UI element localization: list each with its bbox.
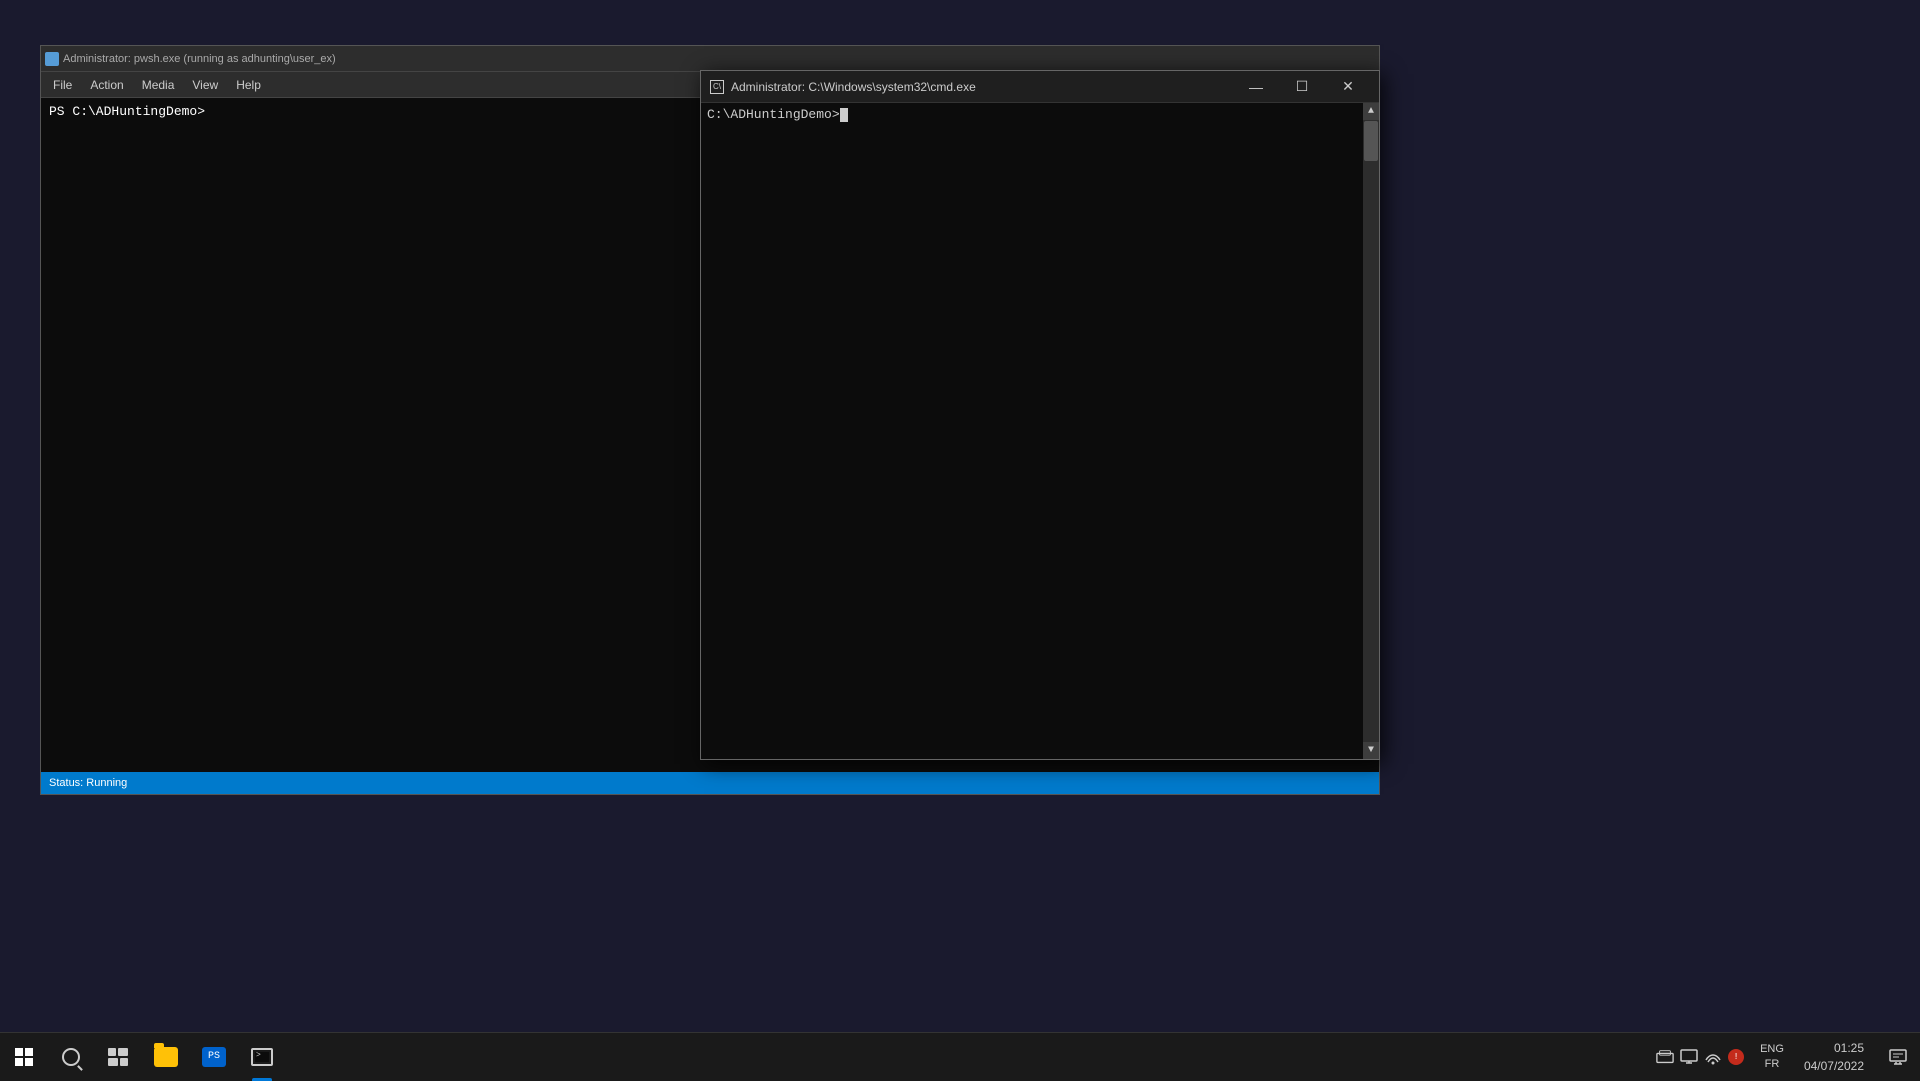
start-button[interactable] — [0, 1033, 48, 1081]
start-quad-3 — [15, 1058, 23, 1066]
taskbar-time: 01:25 — [1804, 1039, 1864, 1057]
action-center-button[interactable] — [1876, 1033, 1920, 1081]
windows-logo-icon — [15, 1048, 33, 1066]
start-quad-4 — [25, 1058, 33, 1066]
taskview-icon — [108, 1048, 128, 1066]
cmd-taskbar-icon-inner — [255, 1052, 269, 1062]
cmd-maximize-button[interactable]: ☐ — [1279, 71, 1325, 103]
scrollbar-down-arrow[interactable]: ▼ — [1363, 742, 1379, 759]
display-icon[interactable] — [1680, 1048, 1698, 1066]
language-indicator[interactable]: ENG FR — [1752, 1042, 1792, 1071]
cmd-cursor — [840, 108, 848, 122]
ps-ise-statusbar: Status: Running — [41, 772, 1379, 794]
cmd-window-controls: — ☐ ✕ — [1233, 71, 1371, 103]
cmd-window-icon: C\ — [709, 79, 725, 95]
cmd-title-text: Administrator: C:\Windows\system32\cmd.e… — [731, 80, 1227, 94]
network-drive-svg — [1656, 1049, 1674, 1065]
menu-help[interactable]: Help — [228, 76, 269, 94]
taskview-button[interactable] — [94, 1033, 142, 1081]
taskbar-items: PS — [94, 1033, 286, 1081]
taskbar-date: 04/07/2022 — [1804, 1057, 1864, 1075]
cmd-content[interactable]: C:\ADHuntingDemo> ▲ ▼ — [701, 103, 1379, 759]
security-icon[interactable]: ! — [1728, 1049, 1744, 1065]
taskbar-system-tray: ! ENG FR 01:25 04/07/2022 — [1648, 1033, 1920, 1081]
cmd-window: C\ Administrator: C:\Windows\system32\cm… — [700, 70, 1380, 760]
system-icons: ! — [1648, 1048, 1752, 1066]
network-icon[interactable] — [1704, 1048, 1722, 1066]
cmd-close-button[interactable]: ✕ — [1325, 71, 1371, 103]
menu-action[interactable]: Action — [82, 76, 131, 94]
scrollbar-up-arrow[interactable]: ▲ — [1363, 103, 1379, 120]
start-quad-2 — [25, 1048, 33, 1056]
search-icon — [62, 1048, 80, 1066]
cmd-prompt-text: C:\ADHuntingDemo> — [707, 107, 1373, 122]
cmd-taskbar-button[interactable] — [238, 1033, 286, 1081]
powershell-icon: PS — [202, 1047, 226, 1067]
powershell-button[interactable]: PS — [190, 1033, 238, 1081]
language-code: ENG — [1760, 1042, 1784, 1056]
network-svg — [1705, 1049, 1721, 1065]
taskbar: PS — [0, 1032, 1920, 1080]
status-label: Status: Running — [49, 777, 127, 789]
start-quad-1 — [15, 1048, 23, 1056]
cmd-icon-inner: C\ — [710, 80, 724, 94]
search-button[interactable] — [48, 1033, 94, 1081]
menu-view[interactable]: View — [184, 76, 226, 94]
cmd-titlebar: C\ Administrator: C:\Windows\system32\cm… — [701, 71, 1379, 103]
taskbar-clock[interactable]: 01:25 04/07/2022 — [1792, 1039, 1876, 1075]
ps-ise-menubar: Administrator: pwsh.exe (running as adhu… — [41, 46, 1379, 72]
locale-code: FR — [1760, 1057, 1784, 1071]
menu-file[interactable]: File — [45, 76, 80, 94]
menu-media[interactable]: Media — [134, 76, 183, 94]
ps-ise-title-short: Administrator: pwsh.exe (running as adhu… — [63, 53, 336, 65]
network-drive-icon[interactable] — [1656, 1048, 1674, 1066]
file-explorer-icon — [154, 1047, 178, 1067]
cmd-minimize-button[interactable]: — — [1233, 71, 1279, 103]
scrollbar-thumb[interactable] — [1364, 121, 1378, 161]
scrollbar-track[interactable] — [1363, 120, 1379, 742]
cmd-scrollbar[interactable]: ▲ ▼ — [1363, 103, 1379, 759]
file-explorer-button[interactable] — [142, 1033, 190, 1081]
action-center-icon — [1889, 1049, 1907, 1065]
cmd-taskbar-icon — [251, 1048, 273, 1066]
display-svg — [1680, 1049, 1698, 1065]
desktop: Administrator: pwsh.exe (running as adhu… — [0, 0, 1920, 1080]
